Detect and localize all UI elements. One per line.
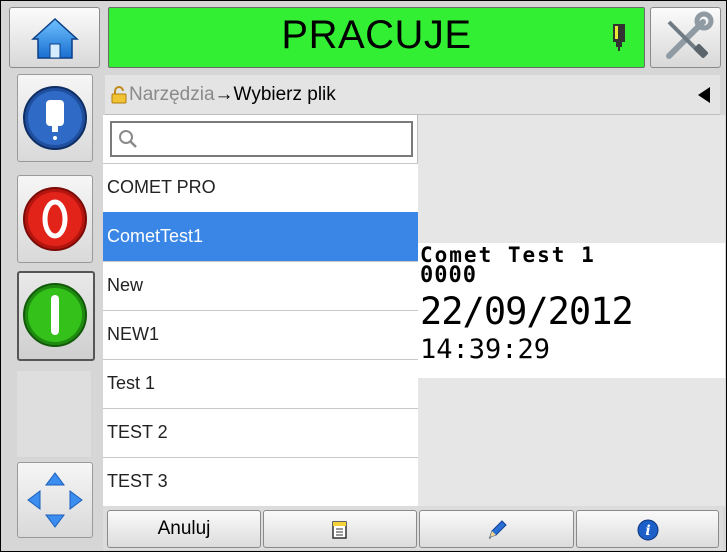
tools-icon xyxy=(666,11,714,59)
ink-system-icon xyxy=(23,86,87,150)
start-button[interactable] xyxy=(17,271,95,361)
file-item[interactable]: TEST 3 xyxy=(103,457,418,506)
home-icon xyxy=(31,17,79,59)
search-icon xyxy=(119,130,137,148)
preview-canvas: Comet Test 1 0000 22/09/2012 14:39:29 xyxy=(418,243,725,378)
bottom-toolbar: Anuluj i xyxy=(103,506,723,550)
cancel-button[interactable]: Anuluj xyxy=(107,510,261,548)
preview-line-2: 0000 xyxy=(420,263,477,288)
status-bar: PRACUJE xyxy=(108,7,645,68)
back-arrow-icon[interactable] xyxy=(697,87,711,103)
new-file-button[interactable] xyxy=(263,510,417,548)
svg-text:i: i xyxy=(645,523,650,539)
file-item[interactable]: NEW1 xyxy=(103,310,418,359)
pencil-icon xyxy=(488,520,507,539)
home-button[interactable] xyxy=(9,7,100,68)
file-item[interactable]: Test 1 xyxy=(103,359,418,408)
file-item[interactable]: COMET PRO xyxy=(103,163,418,212)
info-button[interactable]: i xyxy=(576,510,719,548)
navigation-arrows-icon xyxy=(27,472,83,528)
search-input[interactable] xyxy=(110,121,413,157)
file-item[interactable]: TEST 2 xyxy=(103,408,418,457)
left-toolbar-spacer xyxy=(17,371,91,457)
left-toolbar xyxy=(9,74,100,540)
new-document-icon xyxy=(332,521,347,539)
file-item[interactable]: New xyxy=(103,261,418,310)
ink-system-button[interactable] xyxy=(17,74,93,162)
breadcrumb-parent[interactable]: Narzędzia xyxy=(129,84,215,105)
tools-button[interactable] xyxy=(650,7,721,68)
navigation-button[interactable] xyxy=(17,462,93,538)
ink-cartridge-icon xyxy=(613,24,625,51)
breadcrumb-arrow: → xyxy=(214,84,234,105)
file-list: COMET PRO CometTest1 New NEW1 Test 1 TES… xyxy=(103,115,418,506)
stop-button[interactable] xyxy=(17,175,93,263)
status-label: PRACUJE xyxy=(281,13,472,57)
message-preview: Comet Test 1 0000 22/09/2012 14:39:29 xyxy=(418,115,725,506)
breadcrumb: Narzędzia→Wybierz plik xyxy=(105,75,720,115)
file-item-selected[interactable]: CometTest1 xyxy=(103,212,418,261)
preview-line-4: 14:39:29 xyxy=(420,334,551,365)
stop-icon xyxy=(23,187,87,251)
preview-line-3: 22/09/2012 xyxy=(420,290,634,333)
edit-button[interactable] xyxy=(419,510,574,548)
start-icon xyxy=(23,283,87,347)
breadcrumb-current: Wybierz plik xyxy=(233,84,336,105)
info-icon: i xyxy=(637,519,658,541)
lock-icon xyxy=(111,86,127,104)
